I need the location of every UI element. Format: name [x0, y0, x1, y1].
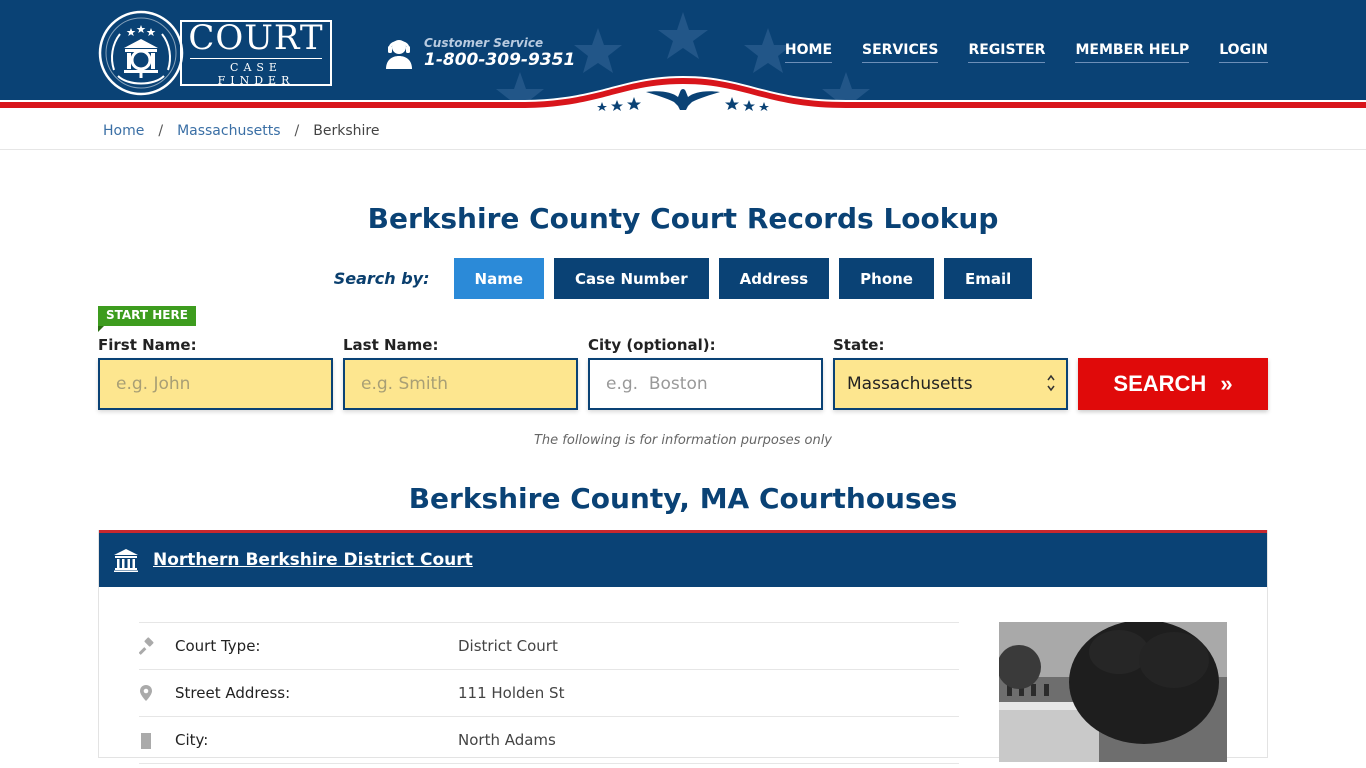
search-button[interactable]: SEARCH » — [1078, 358, 1268, 410]
search-button-label: SEARCH — [1113, 371, 1207, 396]
court-details: Court Type: District Court Street Addres… — [139, 622, 959, 764]
state-label: State: — [833, 336, 885, 354]
search-by-label: Search by: — [333, 269, 430, 288]
courthouse-photo-image — [999, 622, 1227, 762]
last-name-label: Last Name: — [343, 336, 439, 354]
breadcrumb-state[interactable]: Massachusetts — [177, 123, 280, 139]
site-logo[interactable]: COURT CASE FINDER — [98, 10, 332, 96]
tab-name[interactable]: Name — [453, 258, 544, 299]
headset-agent-icon — [386, 40, 412, 69]
page-title: Berkshire County Court Records Lookup — [367, 202, 999, 235]
courthouse-icon — [114, 549, 138, 572]
gavel-icon — [139, 637, 154, 655]
detail-row-city: City: North Adams — [139, 717, 959, 764]
city-input[interactable] — [588, 358, 823, 410]
detail-row-court-type: Court Type: District Court — [139, 623, 959, 670]
breadcrumb-current: Berkshire — [313, 122, 380, 139]
detail-value: District Court — [458, 637, 558, 655]
logo-subtitle: CASE FINDER — [190, 57, 322, 87]
court-card-body: Court Type: District Court Street Addres… — [99, 587, 1267, 764]
search-by-tabs: Search by: Name Case Number Address Phon… — [98, 258, 1268, 299]
customer-service-phone[interactable]: 1-800-309-9351 — [424, 50, 575, 70]
map-pin-icon — [140, 685, 152, 701]
court-photo — [999, 622, 1227, 762]
search-form: START HERE First Name: Last Name: City (… — [98, 306, 1268, 411]
customer-service: Customer Service 1-800-309-9351 — [384, 36, 575, 70]
state-select[interactable]: Massachusetts — [833, 358, 1068, 410]
courthouse-badge-icon — [98, 10, 184, 96]
logo-title: COURT — [188, 17, 324, 58]
detail-label: Court Type: — [175, 637, 261, 655]
select-updown-icon — [1047, 374, 1055, 392]
court-name-link[interactable]: Northern Berkshire District Court — [153, 550, 473, 570]
breadcrumb: Home / Massachusetts / Berkshire — [0, 112, 1366, 150]
breadcrumb-separator: / — [158, 122, 164, 139]
building-icon — [141, 733, 151, 749]
start-here-badge: START HERE — [98, 306, 196, 332]
detail-label: Street Address: — [175, 684, 291, 702]
info-note: The following is for information purpose… — [533, 433, 833, 448]
first-name-input[interactable] — [98, 358, 333, 410]
breadcrumb-separator: / — [294, 122, 300, 139]
detail-row-street-address: Street Address: 111 Holden St — [139, 670, 959, 717]
first-name-field-group: First Name: — [98, 336, 333, 410]
last-name-field-group: Last Name: — [343, 336, 578, 410]
court-card: Northern Berkshire District Court Court … — [98, 530, 1268, 764]
nav-member-help[interactable]: MEMBER HELP — [1075, 42, 1190, 63]
nav-home[interactable]: HOME — [784, 42, 833, 63]
last-name-input[interactable] — [343, 358, 578, 410]
site-header: COURT CASE FINDER Customer Service 1-800… — [0, 0, 1366, 112]
first-name-label: First Name: — [98, 336, 197, 354]
nav-login[interactable]: LOGIN — [1219, 42, 1268, 63]
courthouses-title: Berkshire County, MA Courthouses — [408, 482, 958, 515]
logo-wordmark: COURT CASE FINDER — [180, 17, 332, 87]
detail-value: 111 Holden St — [458, 684, 565, 702]
tab-phone[interactable]: Phone — [839, 258, 934, 299]
breadcrumb-home[interactable]: Home — [103, 123, 144, 139]
detail-value: North Adams — [458, 731, 556, 749]
state-select-value[interactable]: Massachusetts — [833, 358, 1068, 410]
state-field-group: State: Massachusetts — [833, 336, 1068, 410]
detail-label: City: — [175, 731, 209, 749]
main-nav: HOME SERVICES REGISTER MEMBER HELP LOGIN — [784, 42, 1268, 63]
main-content: Berkshire County Court Records Lookup Se… — [98, 202, 1268, 764]
city-field-group: City (optional): — [588, 336, 823, 410]
city-label: City (optional): — [588, 336, 716, 354]
double-chevron-right-icon: » — [1220, 371, 1233, 396]
nav-services[interactable]: SERVICES — [862, 42, 939, 63]
tab-case-number[interactable]: Case Number — [554, 258, 709, 299]
nav-register[interactable]: REGISTER — [968, 42, 1046, 63]
tab-address[interactable]: Address — [718, 258, 830, 299]
court-card-header: Northern Berkshire District Court — [99, 530, 1267, 587]
tab-email[interactable]: Email — [943, 258, 1033, 299]
customer-service-label: Customer Service — [424, 36, 544, 50]
